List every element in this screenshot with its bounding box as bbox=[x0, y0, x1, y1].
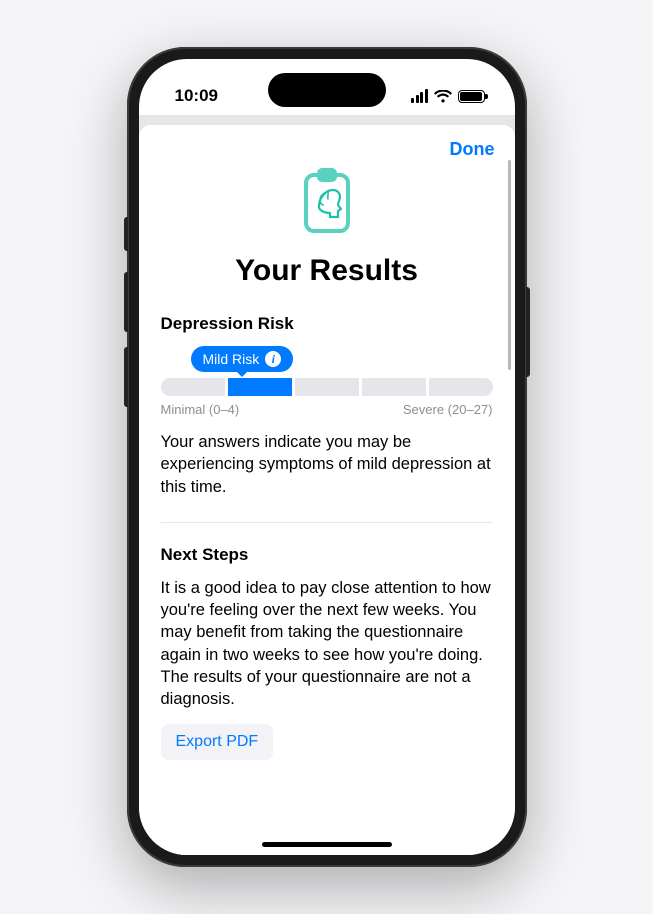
sheet-backdrop: Done Your Results Depression Risk bbox=[139, 115, 515, 855]
home-indicator[interactable] bbox=[262, 842, 392, 847]
volume-down-button bbox=[124, 347, 128, 407]
scale-high-label: Severe (20–27) bbox=[403, 402, 493, 417]
scroll-indicator[interactable] bbox=[508, 160, 511, 370]
scale-segment bbox=[429, 378, 493, 396]
scale-segment bbox=[362, 378, 426, 396]
risk-level-text: Mild Risk bbox=[203, 351, 260, 367]
risk-indicator-group: Mild Risk i Minimal (0–4) Sever bbox=[161, 346, 493, 417]
divider bbox=[161, 522, 493, 523]
info-icon[interactable]: i bbox=[265, 351, 281, 367]
dynamic-island bbox=[268, 73, 386, 107]
results-card: Done Your Results Depression Risk bbox=[139, 125, 515, 855]
cellular-icon bbox=[411, 89, 428, 103]
next-steps-body: It is a good idea to pay close attention… bbox=[161, 577, 493, 711]
scale-segment bbox=[295, 378, 359, 396]
card-content[interactable]: Your Results Depression Risk Mild Risk i bbox=[139, 160, 515, 855]
screen: 10:09 Done bbox=[139, 59, 515, 855]
scale-low-label: Minimal (0–4) bbox=[161, 402, 240, 417]
wifi-icon bbox=[434, 90, 452, 103]
risk-summary-text: Your answers indicate you may be experie… bbox=[161, 431, 493, 498]
depression-risk-label: Depression Risk bbox=[161, 314, 493, 334]
phone-frame: 10:09 Done bbox=[127, 47, 527, 867]
scale-segment bbox=[161, 378, 225, 396]
page-title: Your Results bbox=[161, 254, 493, 288]
status-time: 10:09 bbox=[175, 86, 218, 106]
risk-scale bbox=[161, 378, 493, 396]
next-steps-heading: Next Steps bbox=[161, 545, 493, 565]
scale-segment-active bbox=[228, 378, 292, 396]
risk-level-bubble[interactable]: Mild Risk i bbox=[191, 346, 294, 372]
scale-labels: Minimal (0–4) Severe (20–27) bbox=[161, 402, 493, 417]
side-button bbox=[526, 287, 530, 377]
export-pdf-button[interactable]: Export PDF bbox=[161, 724, 274, 760]
status-icons bbox=[411, 89, 485, 103]
battery-icon bbox=[458, 90, 485, 103]
clipboard-brain-icon bbox=[161, 164, 493, 238]
silent-switch bbox=[124, 217, 128, 251]
card-header: Done bbox=[139, 125, 515, 160]
done-button[interactable]: Done bbox=[450, 139, 495, 160]
volume-up-button bbox=[124, 272, 128, 332]
